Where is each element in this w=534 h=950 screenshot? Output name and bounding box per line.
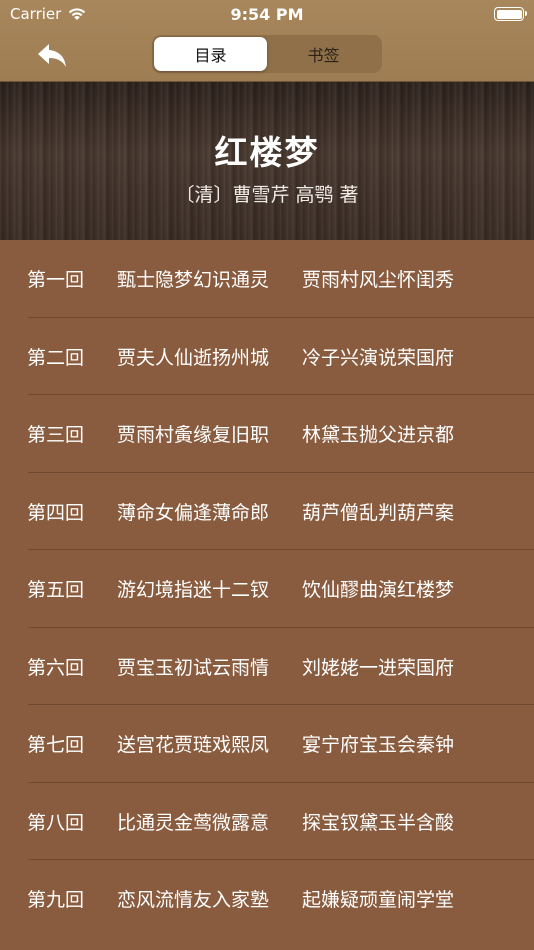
chapter-title-first: 甄士隐梦幻识通灵 <box>117 269 270 292</box>
status-bar: Carrier 9:54 PM <box>0 0 534 28</box>
book-header: 红楼梦 〔清〕曹雪芹 高鹗 著 <box>0 82 534 240</box>
chapter-title-first: 贾宝玉初试云雨情 <box>117 656 270 679</box>
chapter-number: 第五回 <box>27 579 85 602</box>
tab-bookmarks[interactable]: 书签 <box>267 37 380 71</box>
chapter-row[interactable]: 第三回 贾雨村夤缘复旧职 林黛玉抛父进京都 <box>0 395 534 473</box>
chapter-row[interactable]: 第八回 比通灵金莺微露意 探宝钗黛玉半含酸 <box>0 783 534 861</box>
chapter-title-second: 林黛玉抛父进京都 <box>302 424 455 447</box>
book-author: 〔清〕曹雪芹 高鹗 著 <box>175 184 359 206</box>
chapter-row[interactable]: 第六回 贾宝玉初试云雨情 刘姥姥一进荣国府 <box>0 628 534 706</box>
chapter-title-second: 贾雨村风尘怀闺秀 <box>302 269 455 292</box>
chapter-row[interactable]: 第二回 贾夫人仙逝扬州城 冷子兴演说荣国府 <box>0 318 534 396</box>
battery-icon <box>494 7 527 21</box>
chapter-title-first: 贾夫人仙逝扬州城 <box>117 346 270 369</box>
chapter-row[interactable]: 第七回 送宫花贾琏戏熙凤 宴宁府宝玉会秦钟 <box>0 705 534 783</box>
chapter-number: 第二回 <box>27 346 85 369</box>
chapter-title-second: 葫芦僧乱判葫芦案 <box>302 501 455 524</box>
chapter-title-first: 贾雨村夤缘复旧职 <box>117 424 270 447</box>
chapter-title-second: 探宝钗黛玉半含酸 <box>302 811 455 834</box>
chapter-list: 第一回 甄士隐梦幻识通灵 贾雨村风尘怀闺秀 第二回 贾夫人仙逝扬州城 冷子兴演说… <box>0 240 534 938</box>
back-arrow-icon[interactable] <box>34 40 70 70</box>
chapter-number: 第七回 <box>27 734 85 757</box>
chapter-title-second: 刘姥姥一进荣国府 <box>302 656 455 679</box>
chapter-title-second: 饮仙醪曲演红楼梦 <box>302 579 455 602</box>
navigation-bar: Carrier 9:54 PM 目录 书签 <box>0 0 534 82</box>
chapter-number: 第三回 <box>27 424 85 447</box>
chapter-title-second: 冷子兴演说荣国府 <box>302 346 455 369</box>
chapter-number: 第九回 <box>27 889 85 912</box>
tab-contents[interactable]: 目录 <box>154 37 267 71</box>
chapter-number: 第八回 <box>27 811 85 834</box>
chapter-number: 第六回 <box>27 656 85 679</box>
chapter-title-first: 送宫花贾琏戏熙凤 <box>117 734 270 757</box>
chapter-title-first: 薄命女偏逢薄命郎 <box>117 501 270 524</box>
segmented-control: 目录 书签 <box>152 35 382 73</box>
chapter-title-first: 游幻境指迷十二钗 <box>117 579 270 602</box>
chapter-row[interactable]: 第九回 恋风流情友入家塾 起嫌疑顽童闹学堂 <box>0 860 534 938</box>
chapter-title-first: 比通灵金莺微露意 <box>117 811 270 834</box>
chapter-row[interactable]: 第一回 甄士隐梦幻识通灵 贾雨村风尘怀闺秀 <box>0 240 534 318</box>
chapter-number: 第四回 <box>27 501 85 524</box>
chapter-row[interactable]: 第四回 薄命女偏逢薄命郎 葫芦僧乱判葫芦案 <box>0 473 534 551</box>
book-title: 红楼梦 <box>214 133 320 172</box>
chapter-title-second: 起嫌疑顽童闹学堂 <box>302 889 455 912</box>
chapter-title-second: 宴宁府宝玉会秦钟 <box>302 734 455 757</box>
chapter-row[interactable]: 第五回 游幻境指迷十二钗 饮仙醪曲演红楼梦 <box>0 550 534 628</box>
chapter-title-first: 恋风流情友入家塾 <box>117 889 270 912</box>
chapter-number: 第一回 <box>27 269 85 292</box>
status-time: 9:54 PM <box>230 5 304 24</box>
